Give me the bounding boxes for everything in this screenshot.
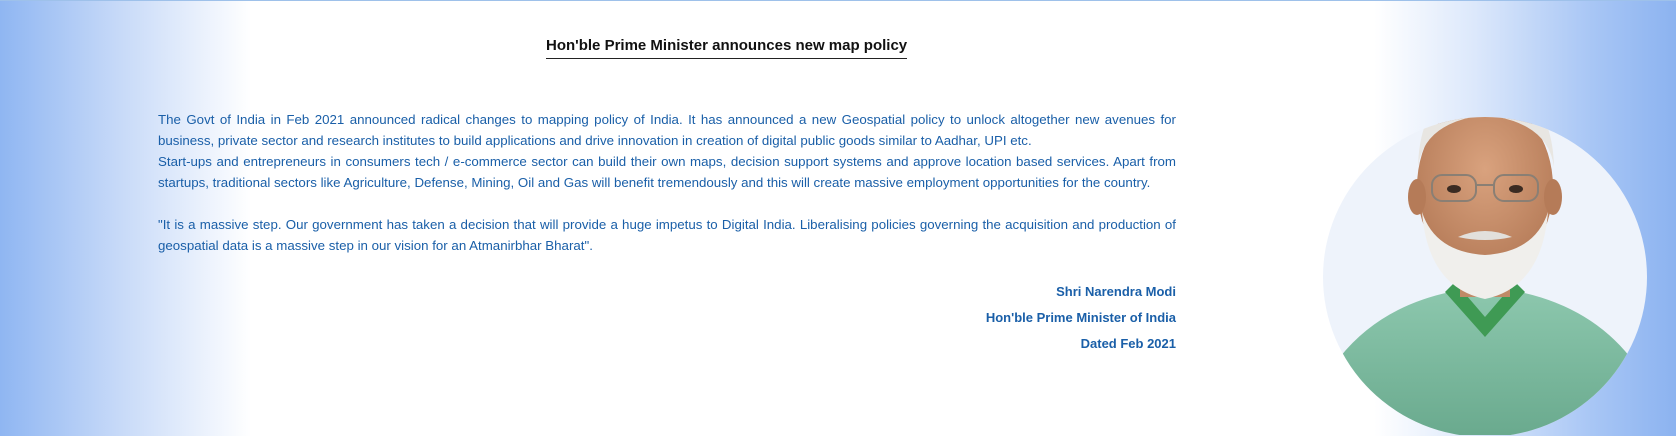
announcement-paragraph-1: The Govt of India in Feb 2021 announced …	[158, 112, 1176, 148]
signature-designation: Hon'ble Prime Minister of India	[985, 310, 1176, 325]
signature-block: Shri Narendra Modi Hon'ble Prime Ministe…	[986, 279, 1176, 357]
prime-minister-portrait	[1320, 37, 1650, 435]
announcement-title: Hon'ble Prime Minister announces new map…	[546, 37, 908, 59]
policy-announcement-banner: Hon'ble Prime Minister announces new map…	[0, 0, 1676, 436]
announcement-paragraph-2: Start-ups and entrepreneurs in consumers…	[158, 154, 1176, 190]
signature-name: Shri Narendra Modi	[1056, 284, 1176, 299]
announcement-quote: "It is a massive step. Our government ha…	[158, 217, 1176, 253]
announcement-body: The Govt of India in Feb 2021 announced …	[158, 109, 1176, 256]
signature-date: Dated Feb 2021	[1080, 336, 1176, 351]
